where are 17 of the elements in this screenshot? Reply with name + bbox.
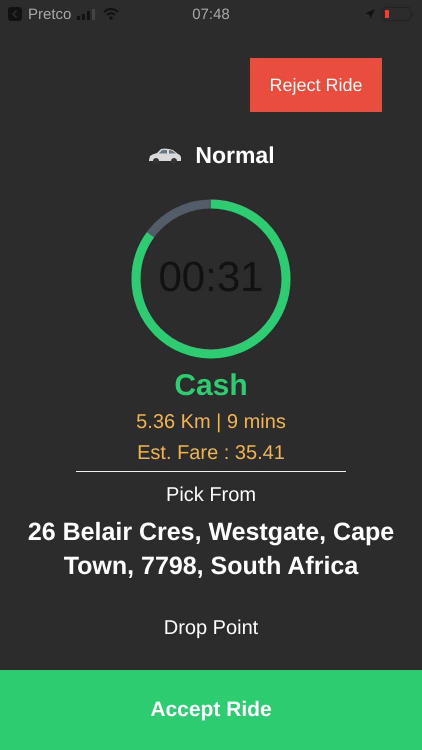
trip-distance: 5.36 Km | 9 mins: [136, 411, 286, 434]
estimated-fare: Est. Fare : 35.41: [137, 442, 285, 465]
location-arrow-icon: [364, 8, 376, 20]
signal-icon: [77, 8, 98, 20]
car-icon: [147, 146, 184, 164]
reject-ride-button[interactable]: Reject Ride: [250, 58, 382, 112]
dropoff-label: Drop Point: [164, 617, 258, 640]
wifi-icon: [103, 8, 120, 20]
battery-icon: [382, 7, 414, 21]
accept-ride-button[interactable]: Accept Ride: [0, 670, 422, 750]
pickup-address: 26 Belair Cres, Westgate, Cape Town, 7798, South Africa: [26, 517, 396, 582]
status-time: 07:48: [192, 6, 230, 22]
pickup-label: Pick From: [166, 484, 256, 507]
payment-method: Cash: [174, 369, 248, 403]
back-icon[interactable]: [8, 7, 22, 21]
vehicle-type: Normal: [195, 142, 275, 169]
carrier-name: Pretco: [28, 6, 72, 22]
